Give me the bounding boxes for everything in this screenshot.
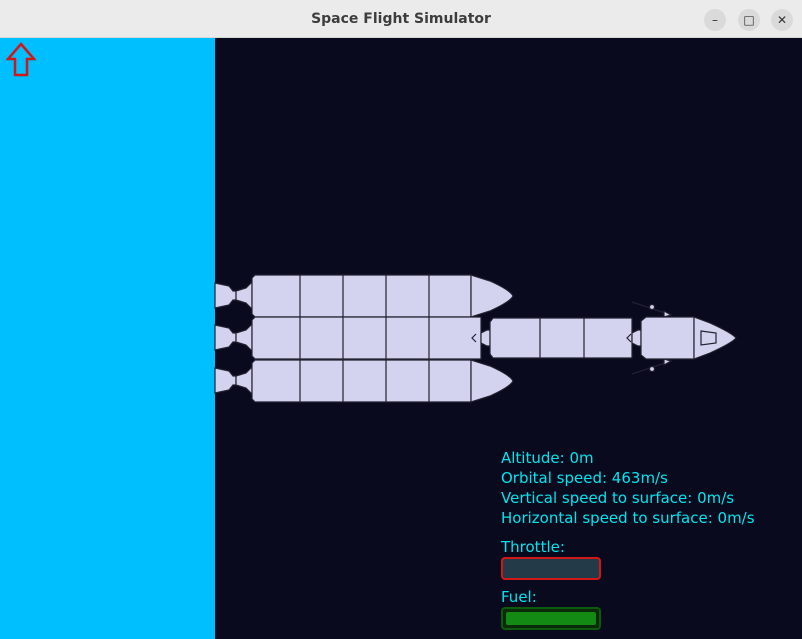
app-window: Space Flight Simulator – □ ✕ Altitude: 0… — [0, 0, 802, 639]
altitude-readout: Altitude: 0m — [501, 449, 594, 467]
fuel-label: Fuel: — [501, 588, 537, 606]
throttle-label: Throttle: — [501, 538, 565, 556]
maximize-icon: □ — [743, 13, 755, 27]
close-icon: ✕ — [776, 13, 788, 27]
minimize-button[interactable]: – — [704, 9, 726, 31]
fuel-level-fill — [506, 612, 596, 625]
booster-top — [214, 274, 514, 318]
close-button[interactable]: ✕ — [771, 9, 793, 31]
orbital-speed-readout: Orbital speed: 463m/s — [501, 469, 668, 487]
maximize-button[interactable]: □ — [738, 9, 760, 31]
game-canvas[interactable]: Altitude: 0m Orbital speed: 463m/s Verti… — [0, 38, 802, 639]
telemetry-panel: Altitude: 0m Orbital speed: 463m/s Verti… — [501, 448, 755, 528]
title-bar: Space Flight Simulator – □ ✕ — [0, 0, 802, 38]
throttle-slider[interactable] — [501, 557, 601, 580]
rocket — [214, 274, 737, 403]
vertical-speed-readout: Vertical speed to surface: 0m/s — [501, 489, 735, 507]
horizontal-speed-readout: Horizontal speed to surface: 0m/s — [501, 509, 755, 527]
minimize-icon: – — [712, 13, 718, 27]
rocket-boosters — [214, 274, 737, 403]
fuel-gauge — [501, 607, 601, 630]
window-title: Space Flight Simulator — [311, 11, 491, 27]
booster-bottom — [214, 359, 514, 403]
